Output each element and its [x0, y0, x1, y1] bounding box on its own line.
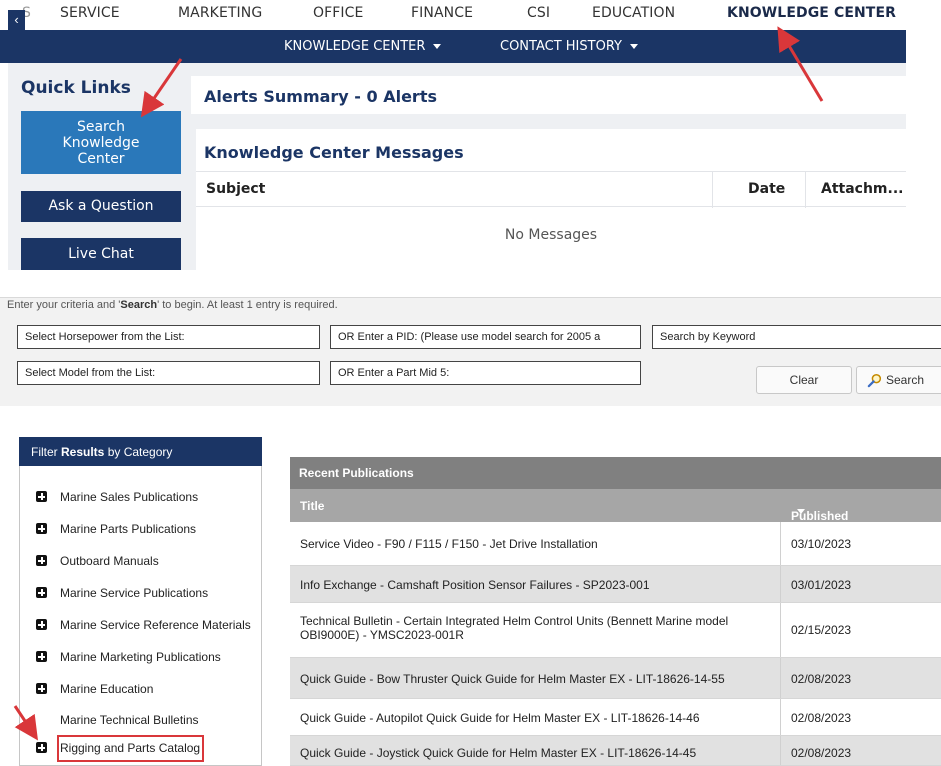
empty-messages-text: No Messages — [504, 227, 598, 243]
publications-header-row: Title Published Date — [290, 489, 941, 537]
column-title[interactable]: Title — [300, 499, 324, 513]
category-label: Marine Technical Bulletins — [60, 713, 199, 727]
hint-text: Enter your criteria and ' — [7, 299, 121, 311]
expand-plus-icon[interactable] — [36, 651, 47, 662]
quick-links-title: Quick Links — [21, 78, 131, 98]
row-title[interactable]: Service Video - F90 / F115 / F150 - Jet … — [300, 537, 598, 551]
sub-nav-knowledge-center[interactable]: KNOWLEDGE CENTER — [284, 39, 442, 54]
expand-plus-icon[interactable] — [36, 742, 47, 753]
chevron-left-icon[interactable]: ‹ — [8, 10, 25, 30]
ask-question-button[interactable]: Ask a Question — [21, 191, 181, 222]
keyword-input[interactable]: Search by Keyword — [652, 325, 941, 349]
category-label: Marine Service Publications — [60, 586, 209, 600]
live-chat-button[interactable]: Live Chat — [21, 238, 181, 270]
column-divider — [780, 566, 781, 602]
sub-nav: KNOWLEDGE CENTER CONTACT HISTORY — [0, 30, 906, 63]
filter-title-bold: Results — [61, 445, 105, 459]
messages-title: Knowledge Center Messages — [204, 143, 464, 162]
search-knowledge-center-button[interactable]: Search Knowledge Center — [21, 111, 181, 174]
column-divider — [780, 658, 781, 698]
column-attachment[interactable]: Attachm... — [821, 181, 903, 197]
column-divider — [780, 603, 781, 657]
annotation-highlight-box — [57, 735, 204, 762]
top-nav-item-service[interactable]: SERVICE — [60, 5, 120, 21]
column-divider — [780, 699, 781, 735]
messages-card: Knowledge Center Messages Subject Date A… — [196, 129, 906, 270]
search-button[interactable]: Search — [856, 366, 941, 394]
row-date: 02/08/2023 — [791, 672, 852, 686]
table-row[interactable]: Technical Bulletin - Certain Integrated … — [290, 603, 941, 658]
top-nav-item-csi[interactable]: CSI — [527, 5, 550, 21]
caret-down-icon — [629, 44, 638, 49]
search-button-label: Search — [886, 373, 925, 387]
recent-publications-table: Recent Publications Title Published Date… — [290, 457, 941, 766]
column-divider — [780, 522, 781, 565]
category-label: Marine Service Reference Materials — [60, 618, 251, 632]
hint-text: ' to begin. At least 1 entry is required… — [157, 299, 338, 311]
sub-nav-label: KNOWLEDGE CENTER — [284, 39, 426, 54]
category-label: Outboard Manuals — [60, 554, 159, 568]
top-nav-item-office[interactable]: OFFICE — [313, 5, 363, 21]
sub-nav-contact-history[interactable]: CONTACT HISTORY — [500, 39, 638, 54]
alerts-summary-title[interactable]: Alerts Summary - 0 Alerts — [204, 87, 437, 106]
row-date: 03/10/2023 — [791, 537, 852, 551]
expand-plus-icon[interactable] — [36, 491, 47, 502]
messages-table-header: Subject Date Attachm... — [196, 171, 906, 208]
sub-nav-label: CONTACT HISTORY — [500, 39, 622, 54]
expand-plus-icon[interactable] — [36, 555, 47, 566]
row-title[interactable]: Info Exchange - Camshaft Position Sensor… — [300, 578, 650, 592]
table-row[interactable]: Service Video - F90 / F115 / F150 - Jet … — [290, 522, 941, 566]
clear-button[interactable]: Clear — [756, 366, 852, 394]
top-nav-item-knowledge-center[interactable]: KNOWLEDGE CENTER — [727, 5, 896, 21]
table-row[interactable]: Quick Guide - Joystick Quick Guide for H… — [290, 736, 941, 766]
filter-title-text: Filter — [31, 445, 61, 459]
expand-plus-icon[interactable] — [36, 619, 47, 630]
row-date: 02/15/2023 — [791, 623, 852, 637]
column-divider — [712, 172, 713, 208]
row-date: 03/01/2023 — [791, 578, 852, 592]
column-divider — [780, 736, 781, 765]
category-label: Marine Marketing Publications — [60, 650, 221, 664]
caret-down-icon — [433, 44, 442, 49]
button-label-line: Center — [77, 151, 125, 167]
button-label-line: Knowledge — [62, 135, 140, 151]
top-nav-item-education[interactable]: EDUCATION — [592, 5, 675, 21]
row-title-line: Technical Bulletin - Certain Integrated … — [300, 614, 729, 628]
row-title[interactable]: Quick Guide - Joystick Quick Guide for H… — [300, 746, 696, 760]
horsepower-select[interactable]: Select Horsepower from the List: — [17, 325, 320, 349]
top-nav-item-marketing[interactable]: MARKETING — [178, 5, 262, 21]
filter-header: Filter Results by Category — [19, 437, 262, 466]
top-nav-item-finance[interactable]: FINANCE — [411, 5, 473, 21]
table-row[interactable]: Quick Guide - Bow Thruster Quick Guide f… — [290, 658, 941, 699]
category-label: Marine Parts Publications — [60, 522, 197, 536]
column-subject[interactable]: Subject — [206, 181, 265, 197]
category-label: Marine Education — [60, 682, 154, 696]
expand-plus-icon[interactable] — [36, 523, 47, 534]
expand-plus-icon[interactable] — [36, 683, 47, 694]
row-title-line: OBI9000E) - YMSC2023-001R — [300, 628, 464, 642]
part-mid5-input[interactable]: OR Enter a Part Mid 5: — [330, 361, 641, 385]
search-hint: Enter your criteria and 'Search' to begi… — [7, 299, 338, 311]
row-title[interactable]: Quick Guide - Autopilot Quick Guide for … — [300, 711, 700, 725]
hint-bold: Search — [120, 299, 158, 311]
row-date: 02/08/2023 — [791, 711, 852, 725]
row-title[interactable]: Quick Guide - Bow Thruster Quick Guide f… — [300, 672, 725, 686]
search-icon — [867, 374, 882, 388]
pid-input[interactable]: OR Enter a PID: (Please use model search… — [330, 325, 641, 349]
filter-title-text: by Category — [104, 445, 173, 459]
row-title[interactable]: Technical Bulletin - Certain Integrated … — [300, 614, 728, 642]
expand-plus-icon[interactable] — [36, 587, 47, 598]
alerts-summary-card: Alerts Summary - 0 Alerts — [191, 76, 906, 114]
table-row[interactable]: Info Exchange - Camshaft Position Sensor… — [290, 566, 941, 603]
model-select[interactable]: Select Model from the List: — [17, 361, 320, 385]
top-nav: S SERVICE MARKETING OFFICE FINANCE CSI E… — [0, 0, 941, 30]
category-label: Marine Sales Publications — [60, 490, 199, 504]
column-divider — [805, 172, 806, 208]
column-date[interactable]: Date — [748, 181, 785, 197]
table-row[interactable]: Quick Guide - Autopilot Quick Guide for … — [290, 699, 941, 736]
button-label-line: Search — [76, 119, 126, 135]
sort-desc-icon — [797, 509, 805, 514]
publications-title: Recent Publications — [290, 457, 941, 489]
row-date: 02/08/2023 — [791, 746, 852, 760]
